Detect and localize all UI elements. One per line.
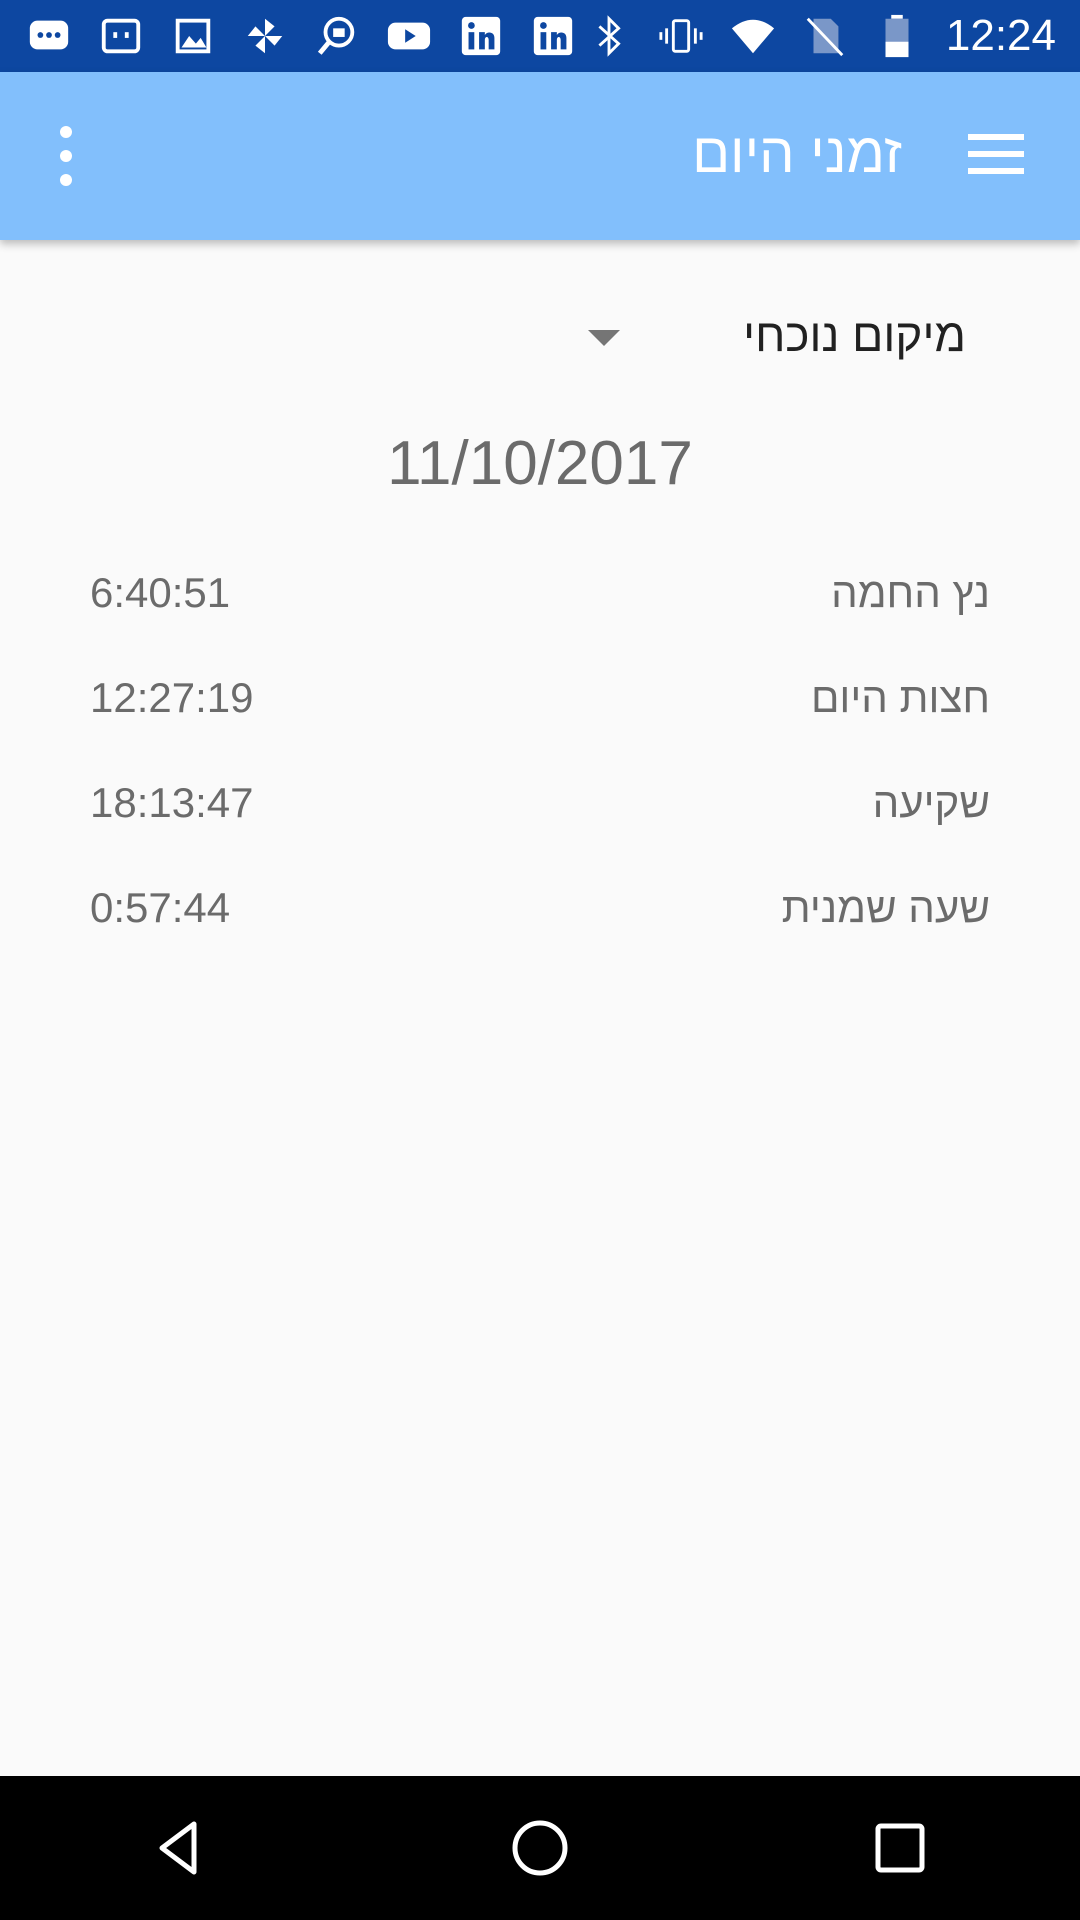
menu-line: [968, 151, 1024, 157]
time-value: 0:57:44: [90, 883, 231, 931]
time-name: נץ החמה: [831, 568, 990, 616]
status-bar: 12:24: [0, 0, 1080, 72]
location-dropdown[interactable]: מיקום נוכחי: [588, 300, 990, 370]
no-sim-icon: [802, 13, 848, 59]
recents-icon: [875, 1823, 925, 1873]
list-item: 18:13:47 שקיעה: [90, 750, 990, 855]
home-button[interactable]: [490, 1798, 590, 1898]
dot-icon: [60, 150, 72, 162]
list-item: 6:40:51 נץ החמה: [90, 540, 990, 645]
wifi-icon: [730, 13, 776, 59]
navigation-bar: [0, 1776, 1080, 1920]
menu-line: [968, 168, 1024, 174]
gallery-icon: [170, 13, 216, 59]
vibrate-icon: [658, 13, 704, 59]
menu-line: [968, 134, 1024, 140]
overflow-menu-button[interactable]: [40, 126, 92, 186]
time-name: חצות היום: [810, 673, 990, 721]
dot-icon: [60, 174, 72, 186]
dropdown-arrow-icon: [588, 330, 620, 346]
message-icon: [98, 13, 144, 59]
notification-icons: [0, 13, 576, 59]
bluetooth-icon: [586, 13, 632, 59]
time-value: 6:40:51: [90, 568, 231, 616]
list-item: 0:57:44 שעה שמנית: [90, 855, 990, 960]
battery-icon: [874, 13, 920, 59]
time-value: 12:27:19: [90, 673, 254, 721]
back-icon: [159, 1821, 197, 1875]
youtube-icon: [386, 13, 432, 59]
dot-icon: [60, 126, 72, 138]
list-item: 12:27:19 חצות היום: [90, 645, 990, 750]
job-search-icon: [314, 13, 360, 59]
zmanim-list: 6:40:51 נץ החמה 12:27:19 חצות היום 18:13…: [90, 540, 990, 960]
recents-button[interactable]: [850, 1798, 950, 1898]
page-title: זמני היום: [692, 121, 902, 184]
time-name: שעה שמנית: [781, 883, 990, 931]
app-bar: זמני היום: [0, 72, 1080, 240]
time-value: 18:13:47: [90, 778, 254, 826]
time-name: שקיעה: [872, 778, 990, 826]
linkedin-icon: [458, 13, 504, 59]
clock: 12:24: [945, 11, 1056, 60]
linkedin-icon: [530, 13, 576, 59]
back-button[interactable]: [130, 1798, 230, 1898]
system-icons: 12:24: [586, 11, 1080, 61]
chat-icon: [26, 13, 72, 59]
pinwheel-icon: [242, 13, 288, 59]
home-icon: [512, 1820, 568, 1876]
date-display: 11/10/2017: [387, 429, 693, 498]
location-selected: מיקום נוכחי: [743, 309, 966, 361]
hamburger-menu-button[interactable]: [968, 134, 1024, 174]
